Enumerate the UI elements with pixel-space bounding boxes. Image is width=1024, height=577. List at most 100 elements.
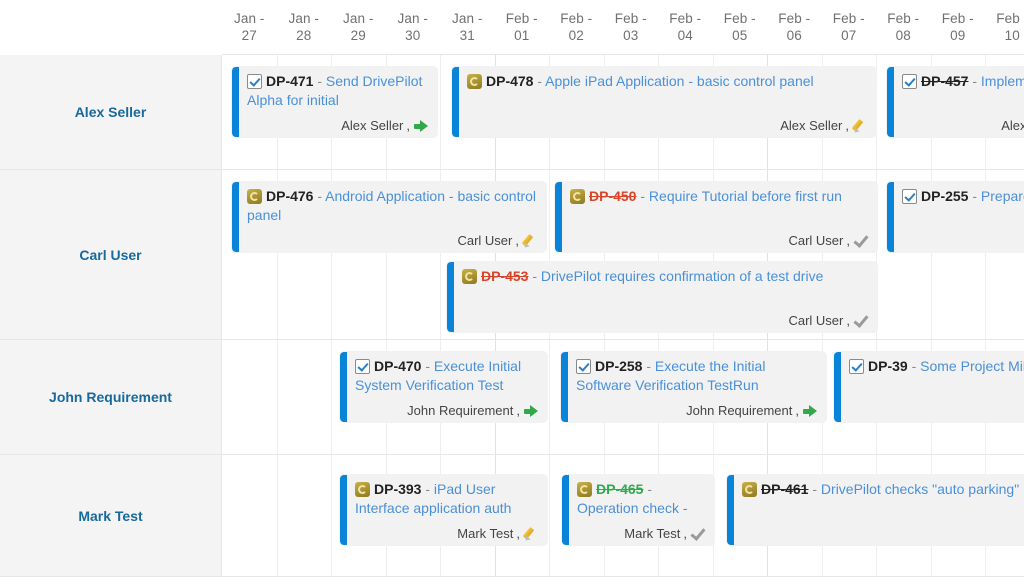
task-bar[interactable]: DP-471 - Send DrivePilot Alpha for initi… bbox=[232, 67, 437, 137]
swimlane-track[interactable]: DP-476 - Android Application - basic con… bbox=[222, 170, 1024, 339]
task-bar[interactable]: DP-470 - Execute Initial System Verifica… bbox=[340, 352, 547, 422]
task-resize-handle[interactable] bbox=[232, 182, 239, 252]
task-content: DP-476 - Android Application - basic con… bbox=[239, 182, 546, 252]
task-key[interactable]: DP-453 bbox=[481, 268, 528, 284]
task-key[interactable]: DP-478 bbox=[486, 73, 533, 89]
swimlane-track[interactable]: DP-471 - Send DrivePilot Alpha for initi… bbox=[222, 55, 1024, 169]
task-bar[interactable]: DP-461 - DrivePilot checks "auto parking… bbox=[727, 475, 1024, 545]
task-footer-separator: , bbox=[683, 526, 687, 542]
task-key[interactable]: DP-450 bbox=[589, 188, 636, 204]
date-header-month: Feb - bbox=[887, 11, 919, 28]
timeline-body[interactable]: Alex Seller DP-471 - Send DrivePilot Alph… bbox=[0, 55, 1024, 577]
task-bar[interactable]: DP-258 - Execute the Initial Software Ve… bbox=[561, 352, 826, 422]
task-bar[interactable]: DP-457 - ImplementAlex Seller, bbox=[887, 67, 1024, 137]
task-resize-handle[interactable] bbox=[834, 352, 841, 422]
task-bar[interactable]: DP-393 - iPad User Interface application… bbox=[340, 475, 547, 545]
date-header-month: Feb - bbox=[615, 11, 647, 28]
task-resize-handle[interactable] bbox=[887, 182, 894, 252]
task-resize-handle[interactable] bbox=[887, 67, 894, 137]
swimlane-row: Mark Test DP-393 - iPad User Interface ap… bbox=[0, 455, 1024, 577]
date-header-cell: Feb -07 bbox=[822, 0, 877, 55]
task-bar[interactable]: DP-255 - Prepare test plan bbox=[887, 182, 1024, 252]
swimlane-track[interactable]: DP-470 - Execute Initial System Verifica… bbox=[222, 340, 1024, 454]
task-resize-handle[interactable] bbox=[340, 352, 347, 422]
task-bar[interactable]: DP-465 - Operation check -Mark Test, bbox=[562, 475, 714, 545]
task-resize-handle[interactable] bbox=[727, 475, 734, 545]
task-summary[interactable]: Apple iPad Application - basic control p… bbox=[545, 73, 814, 89]
task-key[interactable]: DP-465 bbox=[596, 481, 643, 497]
swimlane-row: Alex Seller DP-471 - Send DrivePilot Alph… bbox=[0, 55, 1024, 170]
task-checkbox-icon bbox=[247, 74, 262, 89]
date-header-day: 01 bbox=[514, 28, 529, 45]
task-footer-separator: , bbox=[406, 118, 410, 134]
task-resize-handle[interactable] bbox=[340, 475, 347, 545]
task-title-dash: - bbox=[421, 481, 433, 497]
task-summary[interactable]: DrivePilot checks "auto parking" bbox=[821, 481, 1019, 497]
task-key[interactable]: DP-39 bbox=[868, 358, 908, 374]
date-header-day: 29 bbox=[351, 28, 366, 45]
task-resize-handle[interactable] bbox=[561, 352, 568, 422]
task-summary[interactable]: Require Tutorial before first run bbox=[649, 188, 842, 204]
task-checkbox-icon bbox=[355, 359, 370, 374]
date-header-day: 07 bbox=[841, 28, 856, 45]
task-title: DP-471 - Send DrivePilot Alpha for initi… bbox=[247, 72, 429, 110]
task-key[interactable]: DP-470 bbox=[374, 358, 421, 374]
task-title-dash: - bbox=[533, 73, 545, 89]
task-assignee: John Requirement bbox=[686, 403, 792, 419]
date-header-cell: Jan -29 bbox=[331, 0, 386, 55]
task-resize-handle[interactable] bbox=[555, 182, 562, 252]
date-header-month: Jan - bbox=[397, 11, 428, 28]
date-header-cell: Feb -08 bbox=[876, 0, 931, 55]
task-summary[interactable]: DrivePilot requires confirmation of a te… bbox=[541, 268, 823, 284]
swimlane-track[interactable]: DP-393 - iPad User Interface application… bbox=[222, 455, 1024, 576]
task-key[interactable]: DP-471 bbox=[266, 73, 313, 89]
swimlane-label-alex-seller[interactable]: Alex Seller bbox=[0, 55, 222, 169]
date-header-month: Jan - bbox=[343, 11, 374, 28]
task-key[interactable]: DP-393 bbox=[374, 481, 421, 497]
date-header-day: 08 bbox=[896, 28, 911, 45]
task-footer-separator: , bbox=[516, 403, 520, 419]
story-square-icon bbox=[570, 189, 585, 204]
task-title-dash: - bbox=[642, 358, 654, 374]
task-bar[interactable]: DP-478 - Apple iPad Application - basic … bbox=[452, 67, 876, 137]
story-square-icon bbox=[577, 482, 592, 497]
task-footer-separator: , bbox=[845, 118, 849, 134]
task-key[interactable]: DP-255 bbox=[921, 188, 968, 204]
grid-line bbox=[331, 455, 332, 576]
swimlane-label-mark-test[interactable]: Mark Test bbox=[0, 455, 222, 576]
task-assignee: John Requirement bbox=[407, 403, 513, 419]
task-footer: John Requirement, bbox=[355, 403, 539, 419]
date-header-cell: Feb -05 bbox=[713, 0, 768, 55]
task-bar[interactable]: DP-476 - Android Application - basic con… bbox=[232, 182, 546, 252]
swimlane-label-john-requirement[interactable]: John Requirement bbox=[0, 340, 222, 454]
swimlane-label-carl-user[interactable]: Carl User bbox=[0, 170, 222, 339]
task-footer: Mark Test, bbox=[577, 526, 706, 542]
task-resize-handle[interactable] bbox=[232, 67, 239, 137]
task-resize-handle[interactable] bbox=[447, 262, 454, 332]
to-do-icon bbox=[522, 233, 538, 249]
task-resize-handle[interactable] bbox=[562, 475, 569, 545]
task-bar[interactable]: DP-453 - DrivePilot requires confirmatio… bbox=[447, 262, 877, 332]
story-square-icon bbox=[355, 482, 370, 497]
task-footer-separator: , bbox=[846, 313, 850, 329]
task-key[interactable]: DP-476 bbox=[266, 188, 313, 204]
task-summary[interactable]: Prepare test plan bbox=[981, 188, 1024, 204]
task-resize-handle[interactable] bbox=[452, 67, 459, 137]
task-summary[interactable]: Operation check - bbox=[577, 500, 688, 516]
task-key[interactable]: DP-457 bbox=[921, 73, 968, 89]
task-title: DP-476 - Android Application - basic con… bbox=[247, 187, 538, 225]
task-bar[interactable]: DP-39 - Some Project Milestone bbox=[834, 352, 1024, 422]
task-key[interactable]: DP-461 bbox=[761, 481, 808, 497]
task-summary[interactable]: Implement bbox=[981, 73, 1024, 89]
task-title: DP-39 - Some Project Milestone bbox=[849, 357, 1024, 376]
task-summary[interactable]: Some Project Milestone bbox=[920, 358, 1024, 374]
task-assignee: Alex Seller bbox=[341, 118, 403, 134]
task-title: DP-450 - Require Tutorial before first r… bbox=[570, 187, 869, 206]
task-footer: Alex Seller, bbox=[247, 118, 429, 134]
task-bar[interactable]: DP-450 - Require Tutorial before first r… bbox=[555, 182, 877, 252]
task-footer-separator: , bbox=[795, 403, 799, 419]
date-header-day: 31 bbox=[460, 28, 475, 45]
task-title: DP-457 - Implement bbox=[902, 72, 1024, 91]
task-key[interactable]: DP-258 bbox=[595, 358, 642, 374]
task-content: DP-39 - Some Project Milestone bbox=[841, 352, 1024, 422]
